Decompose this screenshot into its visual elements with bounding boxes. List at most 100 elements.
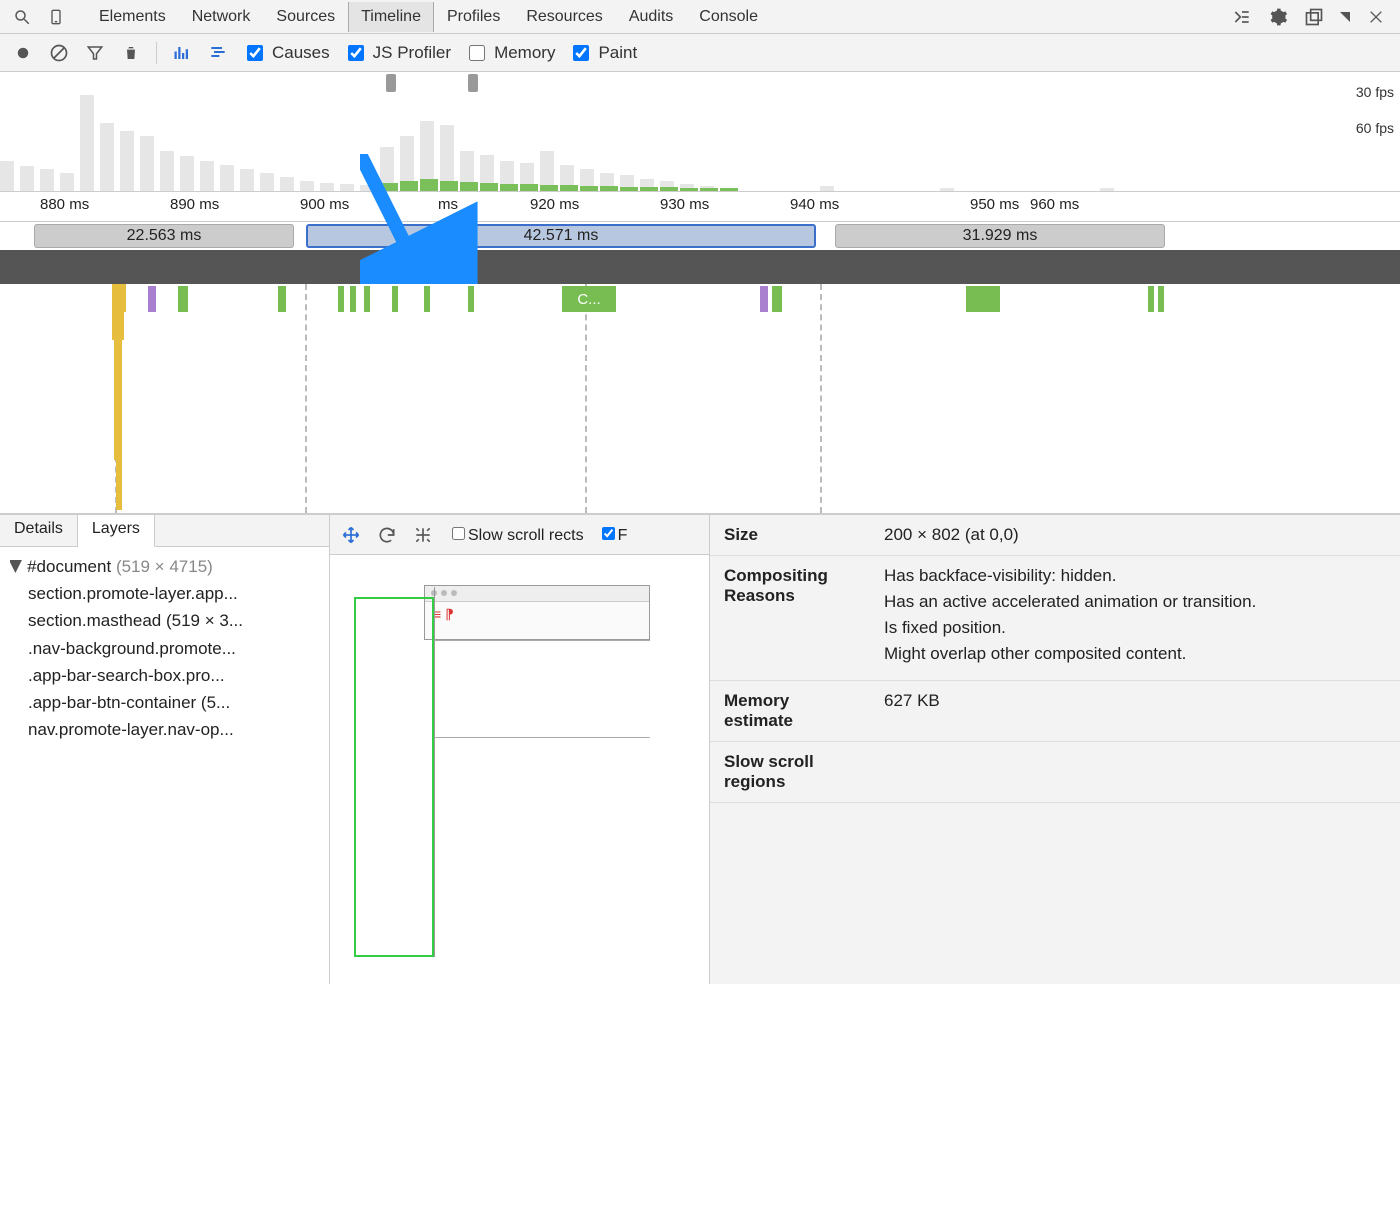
memory-label: Memory: [494, 43, 555, 63]
second-preview-checkbox[interactable]: F: [598, 524, 628, 545]
causes-label: Causes: [272, 43, 330, 63]
flame-event[interactable]: [178, 286, 188, 312]
tab-sources[interactable]: Sources: [263, 2, 348, 32]
memory-checkbox[interactable]: Memory: [465, 42, 555, 64]
jsprofiler-checkbox[interactable]: JS Profiler: [344, 42, 451, 64]
frame-block[interactable]: 31.929 ms: [835, 224, 1165, 248]
dock-caret-icon[interactable]: [1340, 7, 1350, 27]
tree-item[interactable]: nav.promote-layer.nav-op...: [10, 716, 319, 743]
flame-event[interactable]: [424, 286, 430, 312]
tree-root[interactable]: ▶#document (519 × 4715): [10, 553, 319, 580]
flame-event[interactable]: C...: [562, 286, 616, 312]
overview-chart[interactable]: 30 fps 60 fps: [0, 72, 1400, 192]
ruler-tick: 900 ms: [300, 196, 349, 213]
tab-profiles[interactable]: Profiles: [434, 2, 513, 32]
preview-rule: [434, 640, 650, 641]
prop-key: Slow scroll regions: [710, 742, 870, 803]
tab-resources[interactable]: Resources: [513, 2, 615, 32]
tree-item[interactable]: .app-bar-btn-container (5...: [10, 689, 319, 716]
flame-event[interactable]: [1148, 286, 1154, 312]
flame-event[interactable]: [772, 286, 782, 312]
console-toggle-icon[interactable]: [1232, 7, 1252, 27]
layer-preview[interactable]: ≡ ⁋: [330, 555, 709, 984]
tree-item[interactable]: .nav-background.promote...: [10, 635, 319, 662]
clear-icon[interactable]: [48, 42, 70, 64]
dark-separator: [0, 252, 1400, 284]
devtools-tabs: ElementsNetworkSourcesTimelineProfilesRe…: [86, 2, 771, 32]
preview-divider: [434, 587, 435, 957]
layers-tree-panel: DetailsLayers ▶#document (519 × 4715) se…: [0, 515, 330, 984]
frame-block[interactable]: 42.571 ms: [306, 224, 816, 248]
jsprofiler-label: JS Profiler: [373, 43, 451, 63]
details-panels: DetailsLayers ▶#document (519 × 4715) se…: [0, 514, 1400, 984]
thumbnail-hamburger-icon: ≡ ⁋: [425, 602, 649, 627]
layer-preview-panel: Slow scroll rects F ≡ ⁋: [330, 515, 710, 984]
tab-network[interactable]: Network: [179, 2, 264, 32]
ruler-tick: 940 ms: [790, 196, 839, 213]
flame-chart[interactable]: C...: [0, 284, 1400, 514]
layers-tree[interactable]: ▶#document (519 × 4715) section.promote-…: [0, 547, 329, 749]
fps-labels: 30 fps 60 fps: [1356, 84, 1394, 136]
prop-key: Size: [710, 515, 870, 556]
frame-block[interactable]: 22.563 ms: [34, 224, 294, 248]
ruler-tick: 930 ms: [660, 196, 709, 213]
record-icon[interactable]: [12, 42, 34, 64]
pan-icon[interactable]: [340, 524, 362, 546]
tab-console[interactable]: Console: [686, 2, 771, 32]
frames-strip[interactable]: 22.563 ms 42.571 ms 31.929 ms: [0, 222, 1400, 252]
causes-checkbox[interactable]: Causes: [243, 42, 330, 64]
prop-row-slow-scroll: Slow scroll regions: [710, 742, 1400, 803]
slow-scroll-checkbox[interactable]: Slow scroll rects: [448, 524, 584, 545]
rotate-icon[interactable]: [376, 524, 398, 546]
page-thumbnail: ≡ ⁋: [424, 585, 650, 640]
frame-boundary: [585, 284, 587, 513]
gear-icon[interactable]: [1268, 7, 1288, 27]
flame-event[interactable]: [1158, 286, 1164, 312]
reset-view-icon[interactable]: [412, 524, 434, 546]
details-tab-layers[interactable]: Layers: [78, 515, 155, 547]
dock-icon[interactable]: [1304, 7, 1324, 27]
time-ruler[interactable]: 880 ms890 ms900 msms920 ms930 ms940 ms95…: [0, 192, 1400, 222]
flame-event[interactable]: [364, 286, 370, 312]
ruler-tick: 920 ms: [530, 196, 579, 213]
fps-30-label: 30 fps: [1356, 84, 1394, 100]
tab-timeline[interactable]: Timeline: [348, 2, 434, 32]
garbage-icon[interactable]: [120, 42, 142, 64]
flame-event[interactable]: [350, 286, 356, 312]
close-icon[interactable]: [1366, 7, 1386, 27]
details-tab-details[interactable]: Details: [0, 515, 78, 546]
tree-item[interactable]: section.promote-layer.app...: [10, 580, 319, 607]
flame-event[interactable]: [338, 286, 344, 312]
range-grip-right[interactable]: [468, 74, 478, 92]
ruler-tick: 950 ms: [970, 196, 1019, 213]
devtools-tabs-bar: ElementsNetworkSourcesTimelineProfilesRe…: [0, 0, 1400, 34]
preview-rule: [434, 737, 650, 738]
details-tabs: DetailsLayers: [0, 515, 329, 547]
prop-value: 200 × 802 (at 0,0): [870, 515, 1400, 556]
flame-view-icon[interactable]: [171, 42, 193, 64]
paint-checkbox[interactable]: Paint: [569, 42, 637, 64]
prop-row-size: Size 200 × 802 (at 0,0): [710, 515, 1400, 556]
tab-audits[interactable]: Audits: [616, 2, 686, 32]
prop-key: Compositing Reasons: [710, 556, 870, 681]
frame-boundary: [305, 284, 307, 513]
prop-row-compositing: Compositing Reasons Has backface-visibil…: [710, 556, 1400, 681]
flame-event[interactable]: [148, 286, 156, 312]
layer-properties: Size 200 × 802 (at 0,0) Compositing Reas…: [710, 515, 1400, 984]
flame-event[interactable]: [966, 286, 1000, 312]
device-icon[interactable]: [46, 7, 66, 27]
flame-event[interactable]: [278, 286, 286, 312]
flame-event[interactable]: [760, 286, 768, 312]
search-icon[interactable]: [12, 7, 32, 27]
tab-elements[interactable]: Elements: [86, 2, 179, 32]
tree-item[interactable]: section.masthead (519 × 3...: [10, 607, 319, 634]
filter-icon[interactable]: [84, 42, 106, 64]
fps-60-label: 60 fps: [1356, 120, 1394, 136]
flame-event[interactable]: [468, 286, 474, 312]
flame-event[interactable]: [392, 286, 398, 312]
selected-layer-outline: [354, 597, 434, 957]
range-grip-left[interactable]: [386, 74, 396, 92]
caret-down-icon: ▶: [10, 560, 30, 573]
tree-item[interactable]: .app-bar-search-box.pro...: [10, 662, 319, 689]
waterfall-view-icon[interactable]: [207, 42, 229, 64]
